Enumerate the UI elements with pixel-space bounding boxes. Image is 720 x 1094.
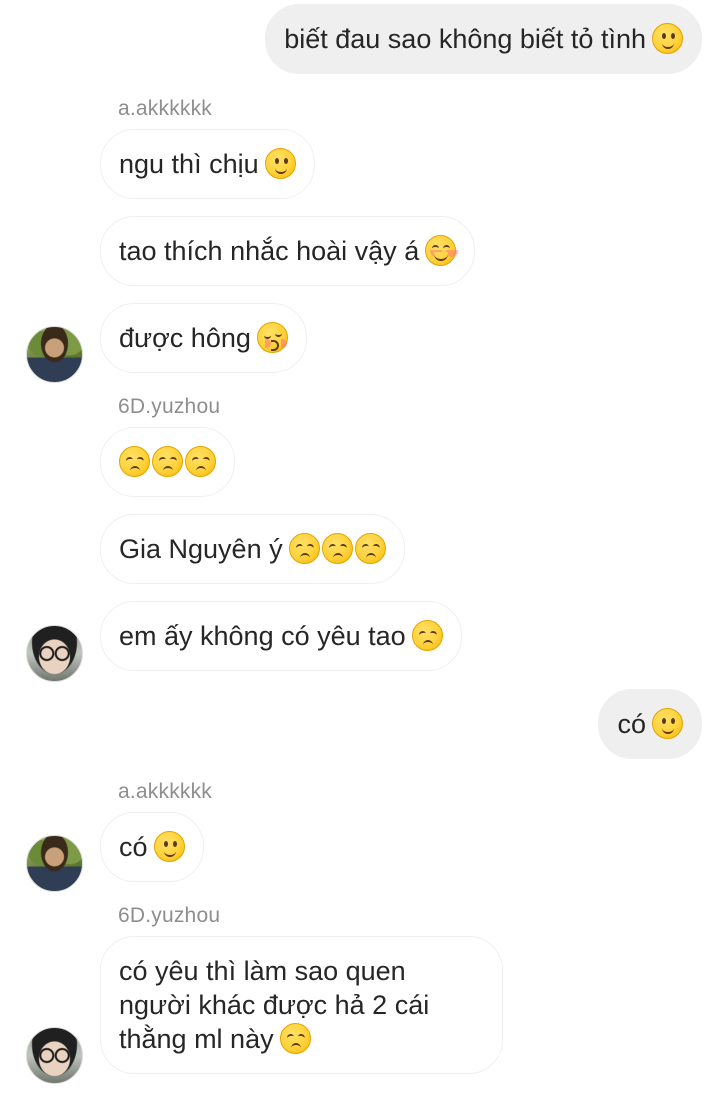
avatar[interactable] xyxy=(26,625,83,682)
disappointed-face-emoji-icon xyxy=(185,446,216,477)
incoming-message[interactable]: Gia Nguyên ý xyxy=(100,514,405,584)
sender-name: a.akkkkkk xyxy=(118,97,212,120)
slightly-smiling-emoji-icon xyxy=(153,831,185,862)
avatar[interactable] xyxy=(26,326,83,383)
incoming-message[interactable] xyxy=(100,427,235,497)
avatar[interactable] xyxy=(26,835,83,892)
incoming-message[interactable]: tao thích nhắc hoài vậy á xyxy=(100,216,476,286)
incoming-message[interactable]: được hông xyxy=(100,303,307,373)
message-text: được hông xyxy=(119,323,251,353)
outgoing-message[interactable]: biết đau sao không biết tỏ tình xyxy=(265,4,702,74)
kissing-face-emoji-icon xyxy=(256,322,288,353)
incoming-message[interactable]: có xyxy=(100,812,204,882)
message-text: Gia Nguyên ý xyxy=(119,534,283,564)
incoming-message[interactable]: ngu thì chịu xyxy=(100,129,315,199)
sender-name: 6D.yuzhou xyxy=(118,904,221,927)
disappointed-face-emoji-icon xyxy=(279,1023,311,1054)
message-text: biết đau sao không biết tỏ tình xyxy=(284,24,646,54)
message-text: có yêu thì làm sao quen người khác được … xyxy=(119,956,430,1054)
slightly-smiling-emoji-icon xyxy=(264,148,296,179)
message-text: có xyxy=(119,832,148,862)
disappointed-face-emoji-icon xyxy=(119,446,150,477)
disappointed-face-emoji-icon xyxy=(152,446,183,477)
outgoing-message[interactable]: có xyxy=(598,689,702,759)
message-text: ngu thì chịu xyxy=(119,149,259,179)
slightly-smiling-emoji-icon xyxy=(652,23,683,54)
disappointed-face-emoji-icon xyxy=(288,533,320,564)
disappointed-face-emoji-icon xyxy=(354,533,386,564)
disappointed-face-emoji-icon xyxy=(411,620,443,651)
disappointed-face-emoji-icon xyxy=(321,533,353,564)
avatar[interactable] xyxy=(26,1027,83,1084)
sender-name: a.akkkkkk xyxy=(118,780,212,803)
incoming-message[interactable]: có yêu thì làm sao quen người khác được … xyxy=(100,936,503,1074)
smiling-eyes-emoji-icon xyxy=(425,235,457,266)
sender-name: 6D.yuzhou xyxy=(118,395,221,418)
message-text: tao thích nhắc hoài vậy á xyxy=(119,236,420,266)
message-text: em ấy không có yêu tao xyxy=(119,621,406,651)
slightly-smiling-emoji-icon xyxy=(652,708,683,739)
message-text: có xyxy=(617,709,646,739)
incoming-message[interactable]: em ấy không có yêu tao xyxy=(100,601,462,671)
